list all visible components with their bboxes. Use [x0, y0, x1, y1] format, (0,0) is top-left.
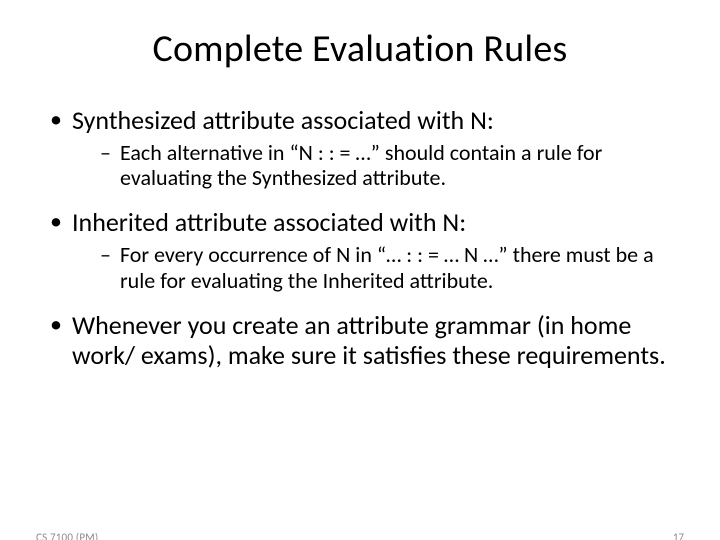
slide: Complete Evaluation Rules Synthesized at…: [0, 26, 720, 540]
sub-bullet-item: Each alternative in “N : : = …” should c…: [100, 140, 686, 191]
slide-body: Synthesized attribute associated with N:…: [0, 106, 720, 371]
sub-bullet-text: Each alternative in “N : : = …” should c…: [120, 139, 602, 191]
bullet-list: Synthesized attribute associated with N:…: [46, 106, 686, 371]
sub-bullet-text: For every occurrence of N in “… : : = … …: [120, 241, 654, 293]
sub-bullet-list: Each alternative in “N : : = …” should c…: [72, 140, 686, 191]
slide-number: 17: [673, 531, 684, 540]
bullet-item: Inherited attribute associated with N: F…: [46, 208, 686, 292]
bullet-text: Inherited attribute associated with N:: [72, 206, 466, 238]
bullet-text: Synthesized attribute associated with N:: [72, 104, 494, 136]
sub-bullet-item: For every occurrence of N in “… : : = … …: [100, 242, 686, 293]
bullet-item: Whenever you create an attribute grammar…: [46, 311, 686, 371]
slide-title: Complete Evaluation Rules: [0, 26, 720, 72]
bullet-text: Whenever you create an attribute grammar…: [72, 309, 666, 371]
footer-course-code: CS 7100 (PM): [36, 531, 98, 540]
sub-bullet-list: For every occurrence of N in “… : : = … …: [72, 242, 686, 293]
bullet-item: Synthesized attribute associated with N:…: [46, 106, 686, 190]
